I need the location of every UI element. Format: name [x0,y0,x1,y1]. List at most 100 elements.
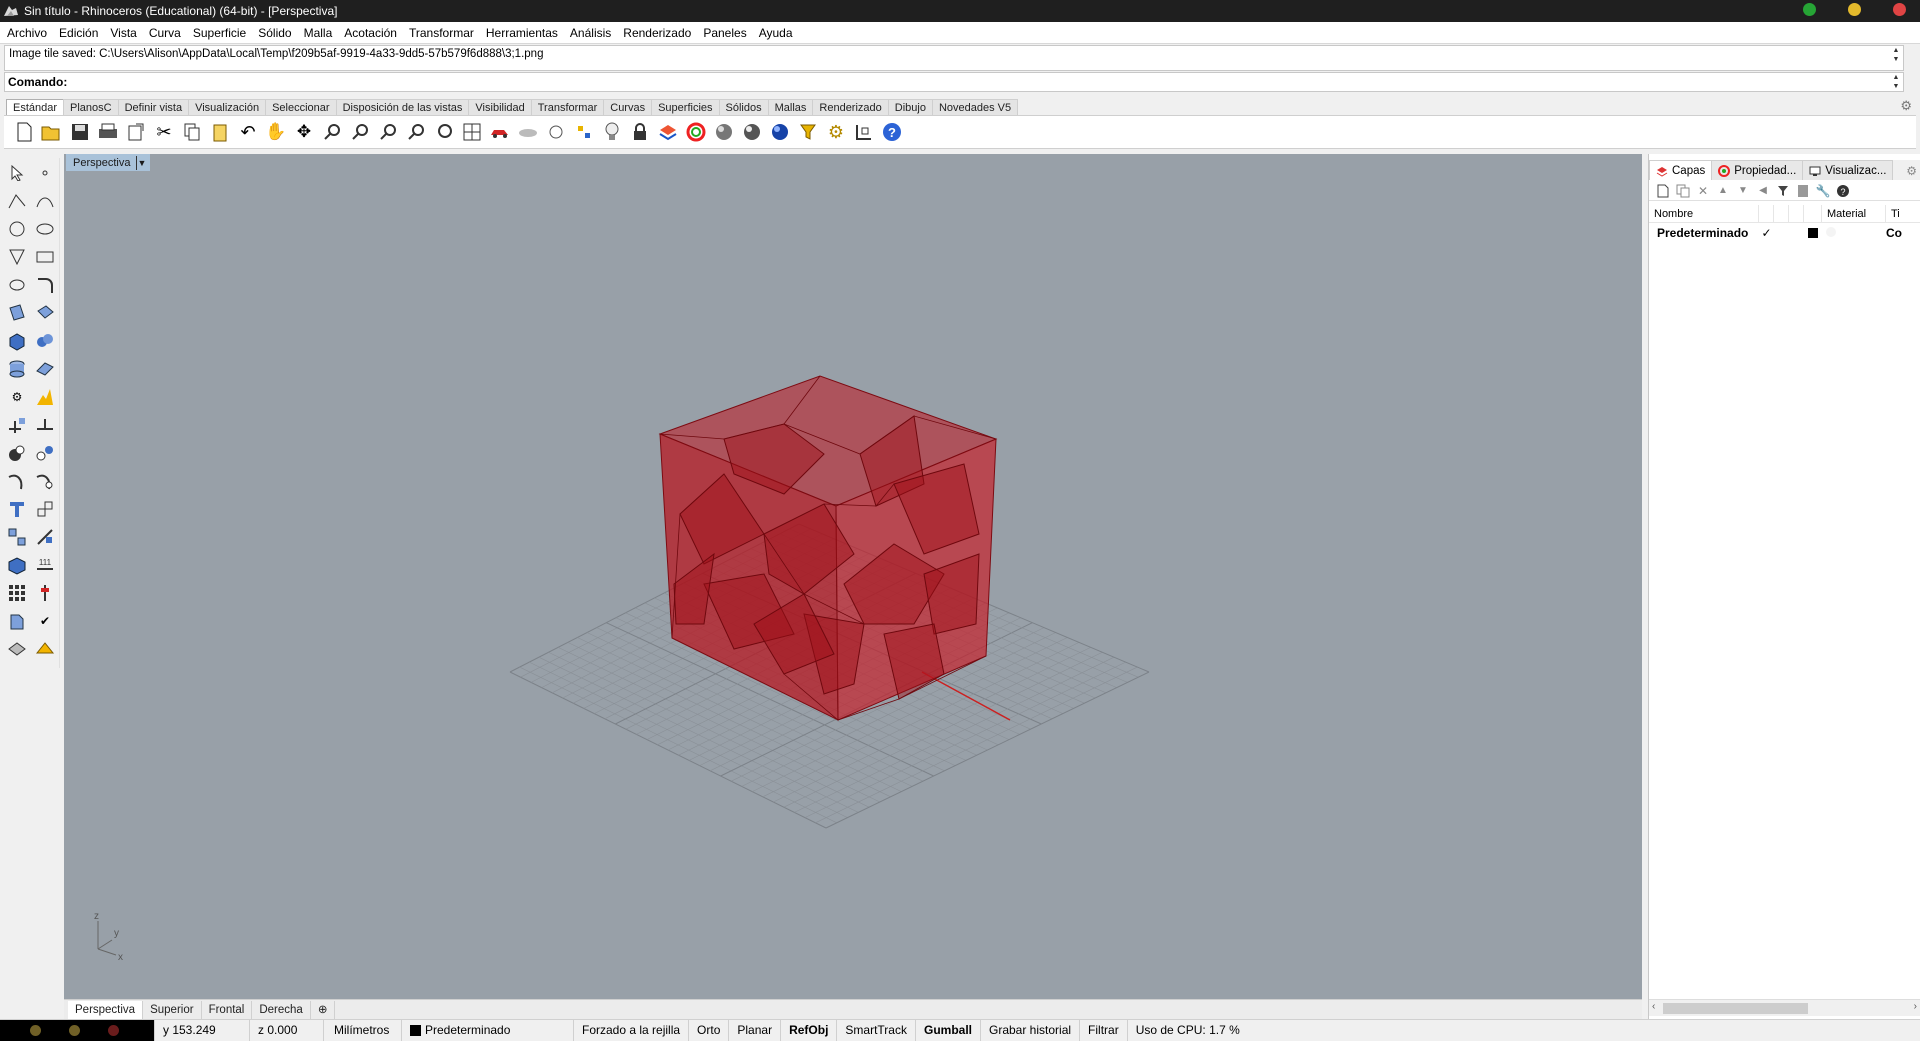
surface-icon[interactable] [4,300,30,326]
tab-mallas[interactable]: Mallas [767,99,814,115]
undo-view-icon[interactable] [432,120,456,144]
menu-transformar[interactable]: Transformar [403,26,480,40]
add-viewport-tab-icon[interactable]: ⊕ [311,1000,336,1019]
edit-points-icon[interactable] [32,524,58,550]
status-planar[interactable]: Planar [729,1019,782,1041]
status-snap-grid[interactable]: Forzado a la rejilla [574,1019,690,1041]
box-solid-icon[interactable] [4,328,30,354]
save-icon[interactable] [68,120,92,144]
layer-material[interactable] [1822,226,1886,240]
color-wheel-icon[interactable] [684,120,708,144]
tab-visibilidad[interactable]: Visibilidad [468,99,532,115]
control-curve-icon[interactable] [32,188,58,214]
viewport-tab-derecha[interactable]: Derecha [252,1000,311,1019]
menu-superficie[interactable]: Superficie [187,26,252,40]
viewport-title[interactable]: Perspectiva ▼ [66,154,151,171]
move-down-icon[interactable]: ▼ [1735,183,1751,199]
tab-dibujo[interactable]: Dibujo [887,99,933,115]
arc-icon[interactable] [4,272,30,298]
tab-superficies[interactable]: Superficies [651,99,720,115]
boolean-icon[interactable] [32,328,58,354]
new-file-icon[interactable] [12,120,36,144]
menu-edicion[interactable]: Edición [53,26,104,40]
status-grabar-historial[interactable]: Grabar historial [981,1019,1081,1041]
current-layer-status[interactable]: Predeterminado [402,1019,574,1041]
menu-paneles[interactable]: Paneles [697,26,752,40]
array-icon[interactable] [32,440,58,466]
status-smarttrack[interactable]: SmartTrack [837,1019,916,1041]
export-icon[interactable] [124,120,148,144]
column-material[interactable]: Material [1822,205,1886,222]
split-icon[interactable] [32,468,58,494]
history-scroll[interactable]: ▲ ▼ [1889,46,1903,70]
print-icon[interactable] [96,120,120,144]
dimension-icon[interactable] [4,412,30,438]
current-layer-check-icon[interactable]: ✓ [1759,226,1774,240]
tab-novedades[interactable]: Novedades V5 [931,99,1019,115]
menu-vista[interactable]: Vista [104,26,142,40]
column-tipo[interactable]: Ti [1886,205,1906,222]
help-icon[interactable]: ? [880,120,904,144]
car-icon[interactable] [488,120,512,144]
tab-curvas[interactable]: Curvas [603,99,653,115]
layer-color-swatch[interactable] [1804,228,1822,238]
tab-renderizado[interactable]: Renderizado [812,99,889,115]
panel-tab-visualizacion[interactable]: Visualizac... [1802,160,1894,180]
panel-settings-icon[interactable]: ⚙ [1902,164,1920,180]
open-file-icon[interactable] [40,120,64,144]
paste-icon[interactable] [208,120,232,144]
column-color[interactable] [1804,205,1822,222]
polygon-icon[interactable] [4,244,30,270]
tools-wrench-icon[interactable]: 🔧 [1815,183,1831,199]
scroll-thumb[interactable] [1663,1003,1808,1014]
panel-help-icon[interactable]: ? [1835,183,1851,199]
status-filtrar[interactable]: Filtrar [1080,1019,1128,1041]
voronoi-box-object[interactable] [658,375,998,721]
viewport-tab-frontal[interactable]: Frontal [202,1000,253,1019]
zoom-selected-icon[interactable] [404,120,428,144]
menu-curva[interactable]: Curva [143,26,187,40]
material-sphere-icon[interactable] [768,120,792,144]
layer-linetype[interactable]: Co [1886,226,1906,240]
menu-solido[interactable]: Sólido [252,26,297,40]
cylinder-icon[interactable] [4,356,30,382]
panel-horizontal-scrollbar[interactable]: ‹ › [1649,999,1920,1016]
viewport-layout-icon[interactable] [460,120,484,144]
join-icon[interactable] [4,468,30,494]
menu-acotacion[interactable]: Acotación [338,26,403,40]
undo-icon[interactable]: ↶ [236,120,260,144]
tab-transformar[interactable]: Transformar [530,99,605,115]
text-dimension-icon[interactable] [32,412,58,438]
units[interactable]: Milímetros [324,1019,402,1041]
circle-icon[interactable] [4,216,30,242]
scale-icon[interactable] [32,496,58,522]
explode-icon[interactable] [32,384,58,410]
status-orto[interactable]: Orto [689,1019,730,1041]
menu-ayuda[interactable]: Ayuda [753,26,799,40]
tab-estandar[interactable]: Estándar [6,99,65,115]
tab-visualizacion[interactable]: Visualización [188,99,267,115]
extrude-surface-icon[interactable] [32,300,58,326]
tab-planosc[interactable]: PlanosC [63,99,119,115]
viewport-tab-superior[interactable]: Superior [143,1000,202,1019]
layer-states-icon[interactable] [1795,183,1811,199]
filter-icon[interactable] [1775,183,1791,199]
shaded-sphere-icon[interactable] [712,120,736,144]
block-icon[interactable] [4,552,30,578]
viewport-menu-arrow-icon[interactable]: ▼ [136,155,146,170]
scroll-left-icon[interactable]: ‹ [1652,1001,1655,1012]
transform-icon[interactable] [4,440,30,466]
hide-icon[interactable] [516,120,540,144]
status-refobj[interactable]: RefObj [781,1019,838,1041]
command-scroll[interactable]: ▲ ▼ [1889,73,1903,91]
zoom-extents-icon[interactable] [376,120,400,144]
polyline-icon[interactable] [4,188,30,214]
menu-analisis[interactable]: Análisis [564,26,617,40]
rendered-sphere-icon[interactable] [740,120,764,144]
layer-icon[interactable] [656,120,680,144]
menu-archivo[interactable]: Archivo [0,26,53,40]
move-up-icon[interactable]: ▲ [1715,183,1731,199]
column-visible[interactable] [1774,205,1789,222]
fillet-icon[interactable] [32,272,58,298]
select-arrow-icon[interactable] [4,160,30,186]
